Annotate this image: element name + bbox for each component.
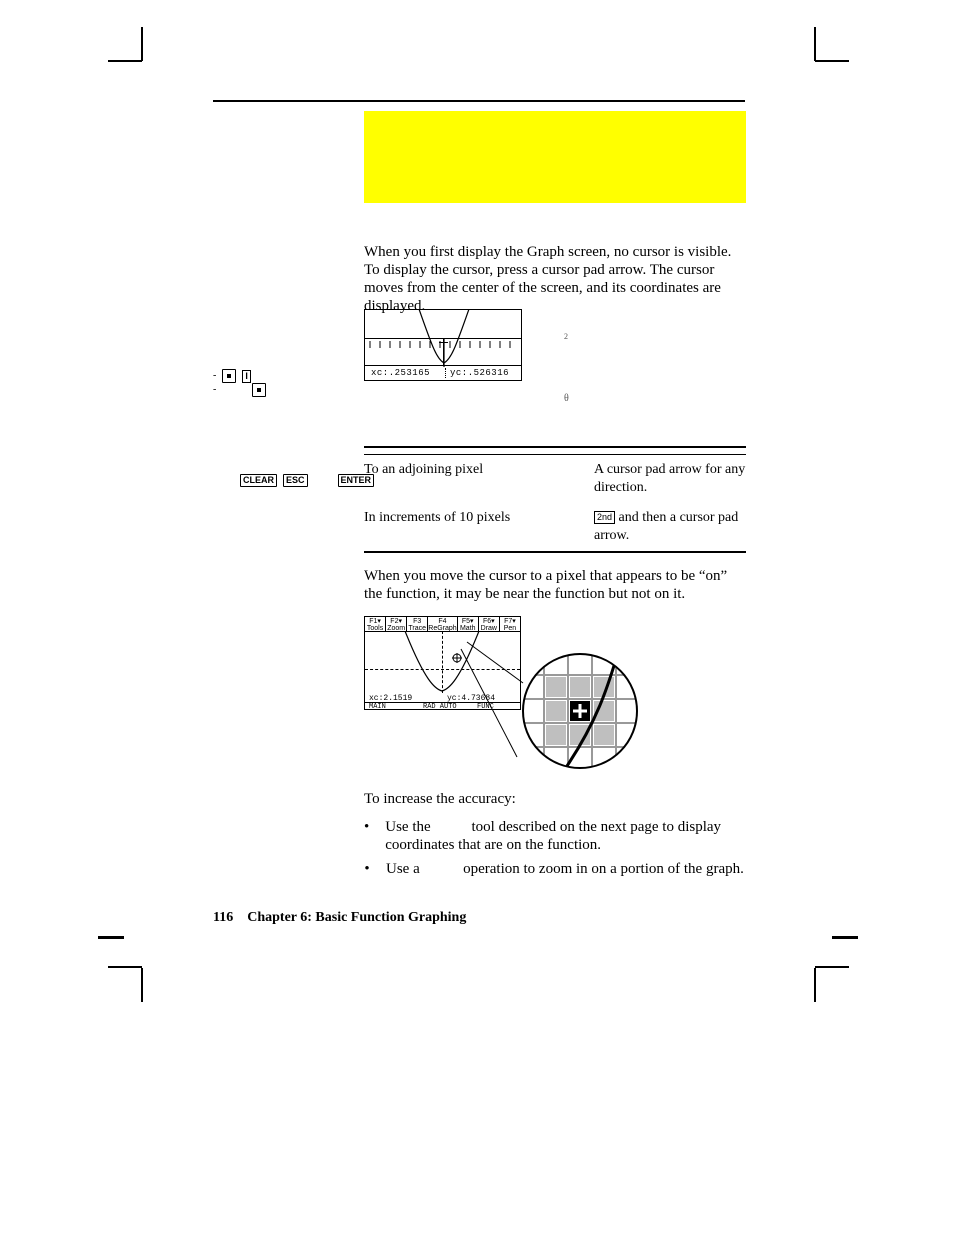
figure-annotation-1: 2 bbox=[564, 330, 744, 347]
cursor-icon bbox=[439, 334, 448, 343]
highlight-block bbox=[364, 111, 746, 203]
bullet-item: • Use a Zoom operation to zoom in on a p… bbox=[364, 860, 744, 878]
page-footer: 116 Chapter 6: Basic Function Graphing bbox=[213, 910, 466, 926]
zoom-magnifier bbox=[521, 652, 639, 770]
crop-mark bbox=[814, 968, 816, 1002]
crop-mark bbox=[815, 60, 849, 62]
top-rule bbox=[213, 100, 745, 102]
crop-mark bbox=[815, 966, 849, 968]
bullet-item: • Use the Trace tool described on the ne… bbox=[364, 818, 744, 854]
crop-mark bbox=[108, 966, 142, 968]
table-row: In increments of 10 pixels 2nd and then … bbox=[364, 503, 746, 551]
crop-mark bbox=[141, 27, 143, 61]
movement-table: To an adjoining pixel A cursor pad arrow… bbox=[364, 446, 746, 553]
key-clear: CLEAR bbox=[240, 474, 277, 487]
key-i: I bbox=[242, 370, 251, 383]
tip-key-row: CLEAR ESC ENTER bbox=[240, 474, 374, 487]
key-2nd: 2nd bbox=[594, 511, 615, 524]
crop-mark bbox=[814, 27, 816, 61]
table-row: To an adjoining pixel A cursor pad arrow… bbox=[364, 455, 746, 503]
intro-paragraph: When you first display the Graph screen,… bbox=[364, 243, 744, 315]
accuracy-heading: To increase the accuracy: bbox=[364, 790, 744, 808]
calc-screenshot-1: xc:.253165 yc:.526316 bbox=[364, 309, 522, 381]
figure-annotation-2: θ bbox=[564, 392, 744, 405]
key-esc: ESC bbox=[283, 474, 308, 487]
diamond-key-icon bbox=[252, 383, 266, 397]
crop-mark bbox=[141, 968, 143, 1002]
crop-mark bbox=[108, 60, 142, 62]
body-paragraph-2: When you move the cursor to a pixel that… bbox=[364, 567, 744, 603]
tip-block: - I - bbox=[213, 369, 363, 397]
xc-readout: xc:.253165 bbox=[371, 368, 430, 378]
side-mark bbox=[98, 936, 124, 939]
diamond-key-icon bbox=[222, 369, 236, 383]
side-mark bbox=[832, 936, 858, 939]
yc-readout: yc:.526316 bbox=[445, 368, 509, 378]
page: When you first display the Graph screen,… bbox=[0, 0, 954, 1235]
